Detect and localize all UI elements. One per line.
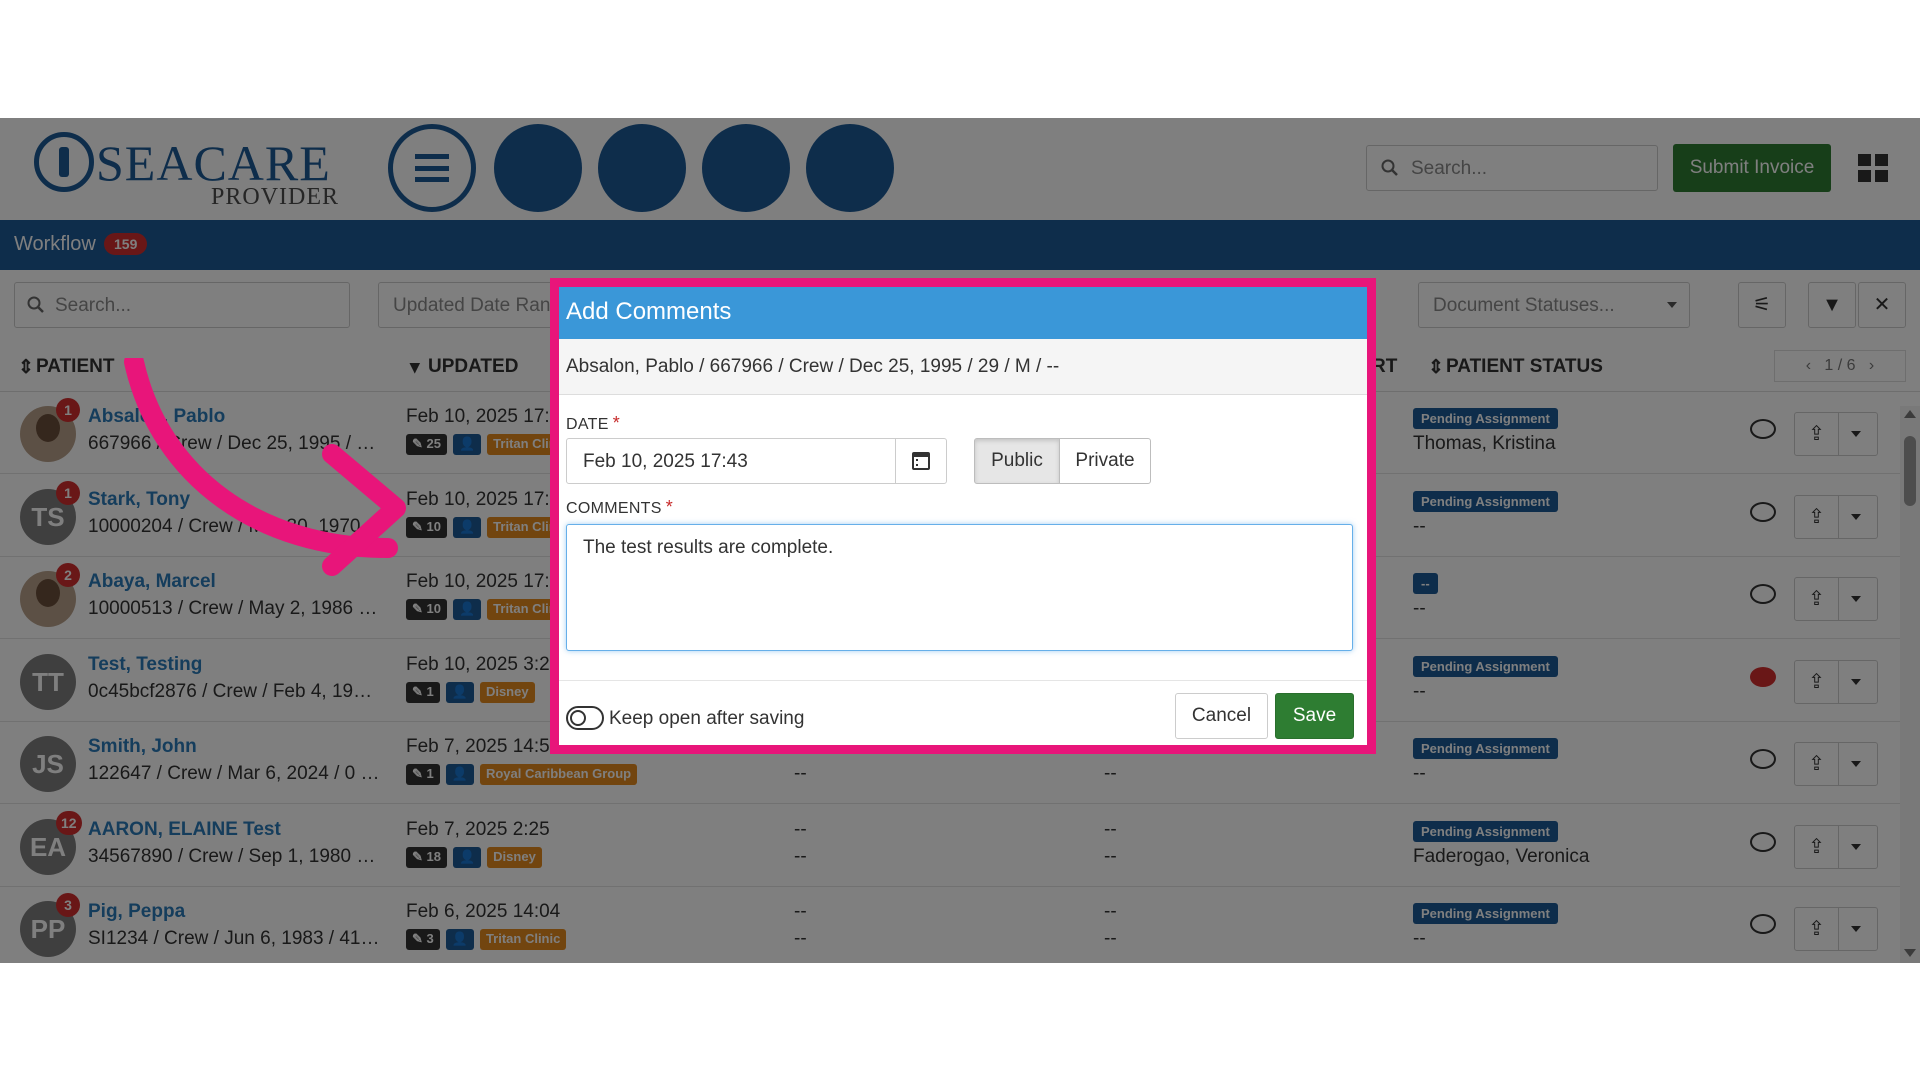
date-required-mark: * [612,413,620,433]
add-comments-modal: Add Comments Absalon, Pablo / 667966 / C… [550,278,1376,754]
modal-patient-info: Absalon, Pablo / 667966 / Crew / Dec 25,… [559,339,1367,395]
comments-label: COMMENTS * [566,497,673,518]
comments-textarea[interactable]: The test results are complete. [566,524,1353,651]
public-toggle-button[interactable]: Public [974,438,1060,484]
modal-footer: Keep open after saving Cancel Save [559,680,1367,745]
modal-title: Add Comments [559,287,1367,339]
private-toggle-button[interactable]: Private [1059,438,1151,484]
pointer-arrow-icon [124,358,406,576]
calendar-icon [912,452,930,470]
date-picker-button[interactable] [895,438,947,484]
comments-value: The test results are complete. [583,537,834,558]
date-value: Feb 10, 2025 17:43 [583,451,748,472]
comments-label-text: COMMENTS [566,500,662,517]
comments-required-mark: * [665,497,674,517]
date-label: DATE * [566,413,620,434]
keep-open-label[interactable]: Keep open after saving [609,708,804,730]
save-button[interactable]: Save [1275,693,1354,739]
app-window: SEACARE PROVIDER Search... Submit Invoic… [0,118,1920,963]
date-input[interactable]: Feb 10, 2025 17:43 [566,438,896,484]
cancel-button[interactable]: Cancel [1175,693,1268,739]
keep-open-toggle[interactable] [566,706,604,730]
date-label-text: DATE [566,416,609,433]
